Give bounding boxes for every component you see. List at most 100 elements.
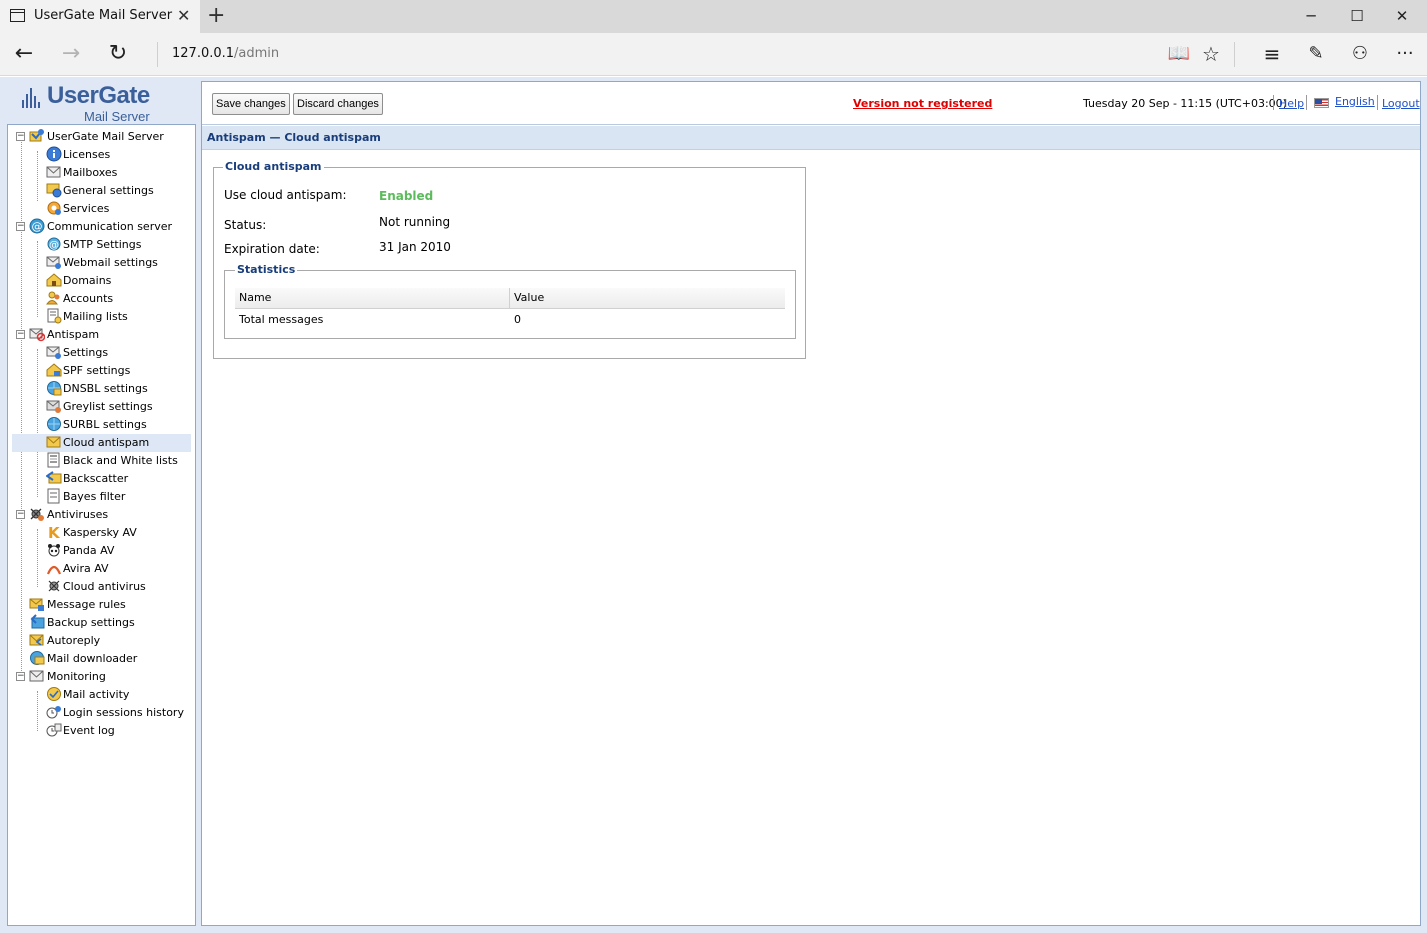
tree-item-domains[interactable]: Domains <box>28 272 192 290</box>
tree-item-general-settings[interactable]: General settings <box>28 182 192 200</box>
tree-label: Licenses <box>63 148 111 161</box>
tree-item-kaspersky-av[interactable]: K Kaspersky AV <box>28 524 192 542</box>
tree-item-bayes-filter[interactable]: Bayes filter <box>28 488 192 506</box>
tree-item-greylist-settings[interactable]: Greylist settings <box>28 398 192 416</box>
plus-icon[interactable]: + <box>207 3 225 28</box>
tree-item-dnsbl-settings[interactable]: DNSBL settings <box>28 380 192 398</box>
tree-item-antiviruses[interactable]: − Antiviruses <box>12 506 192 524</box>
settings-gear-icon <box>46 182 62 198</box>
back-arrow-icon[interactable]: ← <box>9 41 39 67</box>
address-bar[interactable]: 127.0.0.1/admin <box>172 46 279 61</box>
use-cloud-antispam-value[interactable]: Enabled <box>379 189 433 203</box>
statistics-legend: Statistics <box>235 263 298 276</box>
tree-item-spf-settings[interactable]: SPF settings <box>28 362 192 380</box>
tab-title: UserGate Mail Server <box>34 8 173 23</box>
tree-label: Monitoring <box>47 670 106 683</box>
backscatter-icon <box>45 470 62 486</box>
tree-label: Accounts <box>63 292 114 305</box>
tree-label: General settings <box>63 184 154 197</box>
tree-item-login-sessions-history[interactable]: Login sessions history <box>28 704 192 722</box>
tree-label: Backup settings <box>47 616 135 629</box>
logo-main-text: UserGate <box>47 82 150 109</box>
tree-label: Mail downloader <box>47 652 138 665</box>
tree-item-cloud-antivirus[interactable]: Cloud antivirus <box>28 578 192 596</box>
tree-item-surbl-settings[interactable]: SURBL settings <box>28 416 192 434</box>
tree-label: Antiviruses <box>47 508 109 521</box>
tree-item-usergate-mail-server[interactable]: − UserGate Mail Server <box>12 128 192 146</box>
tree-label: Cloud antivirus <box>63 580 146 593</box>
tree-item-autoreply[interactable]: Autoreply <box>12 632 192 650</box>
more-icon[interactable]: ··· <box>1390 41 1420 67</box>
tree-item-backup-settings[interactable]: Backup settings <box>12 614 192 632</box>
tree-item-webmail-settings[interactable]: Webmail settings <box>28 254 192 272</box>
settings-icon <box>46 344 62 360</box>
logout-link[interactable]: Logout <box>1382 97 1420 110</box>
tree-label: Communication server <box>47 220 173 233</box>
tree-item-antispam[interactable]: − Antispam <box>12 326 192 344</box>
filter-icon <box>46 488 62 504</box>
tree-item-mail-downloader[interactable]: Mail downloader <box>12 650 192 668</box>
discard-changes-button[interactable]: Discard changes <box>293 93 383 115</box>
tree-item-licenses[interactable]: Licenses <box>28 146 192 164</box>
tab-close-icon[interactable]: ✕ <box>177 6 190 25</box>
tree-item-accounts[interactable]: Accounts <box>28 290 192 308</box>
close-icon[interactable]: ✕ <box>1382 4 1422 28</box>
tree-item-services[interactable]: Services <box>28 200 192 218</box>
server-datetime: Tuesday 20 Sep - 11:15 (UTC+03:00) <box>1083 97 1287 110</box>
tree-item-mail-activity[interactable]: Mail activity <box>28 686 192 704</box>
cloud-antispam-legend: Cloud antispam <box>223 160 324 173</box>
forward-arrow-icon[interactable]: → <box>56 41 86 67</box>
reading-view-icon[interactable]: 📖 <box>1164 41 1194 67</box>
tree-label: Avira AV <box>63 562 109 575</box>
collapse-icon[interactable]: − <box>16 672 25 681</box>
version-not-registered-link[interactable]: Version not registered <box>853 97 992 110</box>
browser-nav-bar: ← → ↻ 127.0.0.1/admin 📖 ☆ ≡ ✎ ⚇ ··· <box>0 33 1427 76</box>
tree-item-communication-server[interactable]: − @ Communication server <box>12 218 192 236</box>
tree-label: Cloud antispam <box>63 436 150 449</box>
info-icon <box>46 146 62 162</box>
tree-item-avira-av[interactable]: Avira AV <box>28 560 192 578</box>
tree-item-black-and-white-lists[interactable]: Black and White lists <box>28 452 192 470</box>
save-changes-button[interactable]: Save changes <box>212 93 290 115</box>
collapse-icon[interactable]: − <box>16 510 25 519</box>
tree-label: SPF settings <box>63 364 131 377</box>
tree-item-event-log[interactable]: Event log <box>28 722 192 740</box>
browser-tab[interactable]: UserGate Mail Server ✕ <box>0 0 200 33</box>
tree-item-panda-av[interactable]: Panda AV <box>28 542 192 560</box>
statistics-group: Statistics Name Value Total messages 0 <box>224 263 796 339</box>
tree-label: Panda AV <box>63 544 115 557</box>
tree-item-monitoring[interactable]: − Monitoring <box>12 668 192 686</box>
at-sign-icon: @ <box>29 218 45 234</box>
nav-separator <box>1234 42 1235 67</box>
help-link[interactable]: Help <box>1279 97 1304 110</box>
address-path: /admin <box>234 46 280 61</box>
login-sessions-icon <box>46 704 62 720</box>
tree-item-backscatter[interactable]: Backscatter <box>28 470 192 488</box>
column-header-name[interactable]: Name <box>235 288 510 309</box>
hub-icon[interactable]: ≡ <box>1257 41 1287 67</box>
collapse-icon[interactable]: − <box>16 330 25 339</box>
column-header-value[interactable]: Value <box>510 288 785 309</box>
status-label: Status: <box>224 218 267 232</box>
tree-item-mailboxes[interactable]: Mailboxes <box>28 164 192 182</box>
minimize-icon[interactable]: ─ <box>1291 4 1331 28</box>
refresh-icon[interactable]: ↻ <box>103 41 133 67</box>
collapse-icon[interactable]: − <box>16 222 25 231</box>
share-icon[interactable]: ⚇ <box>1345 41 1375 67</box>
domain-house-icon <box>46 272 62 288</box>
tree-item-smtp-settings[interactable]: @ SMTP Settings <box>28 236 192 254</box>
web-note-icon[interactable]: ✎ <box>1301 41 1331 67</box>
tree-item-message-rules[interactable]: Message rules <box>12 596 192 614</box>
collapse-icon[interactable]: − <box>16 132 25 141</box>
antivirus-icon <box>29 506 45 522</box>
svg-text:@: @ <box>49 240 59 251</box>
favorite-star-icon[interactable]: ☆ <box>1196 41 1226 67</box>
language-link[interactable]: English <box>1335 95 1375 108</box>
tree-item-antispam-settings[interactable]: Settings <box>28 344 192 362</box>
tree-item-mailing-lists[interactable]: Mailing lists <box>28 308 192 326</box>
maximize-icon[interactable]: ☐ <box>1337 4 1377 28</box>
status-value: Not running <box>379 215 451 229</box>
cloud-antispam-group: Cloud antispam Use cloud antispam: Enabl… <box>213 160 806 359</box>
kaspersky-icon: K <box>46 524 62 542</box>
tree-item-cloud-antispam[interactable]: Cloud antispam <box>12 434 191 452</box>
